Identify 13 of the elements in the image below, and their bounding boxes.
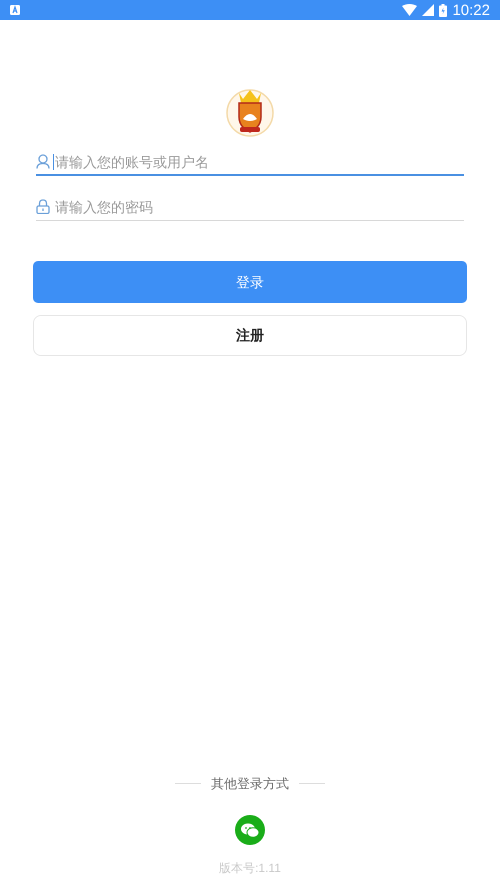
register-button[interactable]: 注册 — [33, 315, 467, 356]
clock: 10:22 — [452, 2, 490, 18]
input-field[interactable]: 请输入您的账号或用户名 — [36, 149, 464, 176]
text-cursor — [53, 154, 54, 170]
lock-icon — [36, 199, 50, 214]
user-icon — [36, 154, 50, 169]
chat-bubbles-icon — [241, 822, 259, 838]
notification-icon — [10, 5, 20, 15]
battery-icon — [439, 4, 448, 16]
signal-icon — [422, 4, 434, 16]
other-login-label: 其他登录方式 — [211, 774, 289, 792]
wifi-icon — [402, 4, 418, 16]
wechat-login-button[interactable] — [235, 815, 265, 845]
